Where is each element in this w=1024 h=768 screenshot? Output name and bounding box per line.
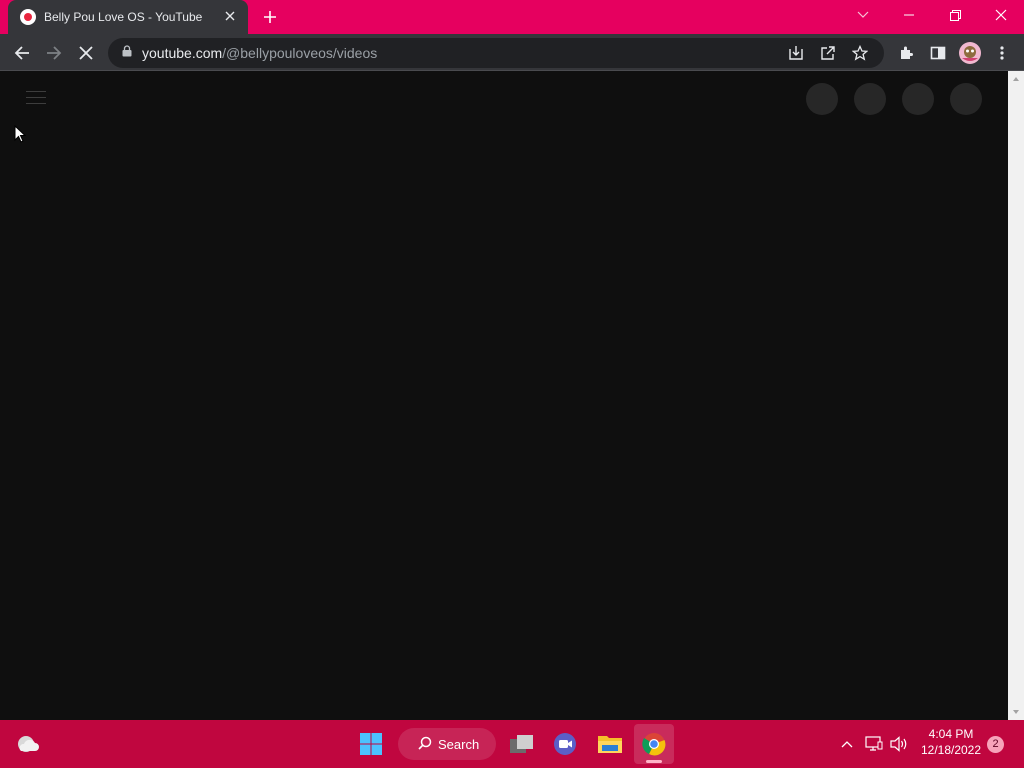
guide-menu-icon[interactable] bbox=[26, 91, 46, 105]
close-icon[interactable] bbox=[222, 8, 238, 26]
tab-search-icon[interactable] bbox=[840, 0, 886, 30]
menu-icon[interactable] bbox=[989, 40, 1015, 66]
forward-icon[interactable] bbox=[41, 40, 67, 66]
taskbar-search[interactable]: Search bbox=[398, 728, 496, 760]
skeleton-placeholder bbox=[854, 83, 886, 115]
meet-icon[interactable] bbox=[546, 724, 586, 764]
install-app-icon[interactable] bbox=[780, 38, 812, 68]
window-close-icon[interactable] bbox=[978, 0, 1024, 30]
active-app-indicator bbox=[646, 760, 662, 763]
url-text[interactable]: youtube.com/@bellypouloveos/videos bbox=[142, 45, 377, 61]
youtube-page bbox=[0, 71, 1008, 720]
mouse-cursor-icon bbox=[14, 124, 27, 148]
bookmark-star-icon[interactable] bbox=[844, 38, 876, 68]
tray-chevron-icon[interactable] bbox=[837, 734, 857, 754]
minimize-icon[interactable] bbox=[886, 0, 932, 30]
skeleton-placeholder bbox=[950, 83, 982, 115]
clock-date: 12/18/2022 bbox=[920, 743, 982, 757]
browser-tab[interactable]: Belly Pou Love OS - YouTube bbox=[8, 0, 248, 34]
restore-icon[interactable] bbox=[932, 0, 978, 30]
start-icon[interactable] bbox=[351, 724, 391, 764]
clock-time: 4:04 PM bbox=[928, 727, 974, 741]
extensions-icon[interactable] bbox=[893, 40, 919, 66]
vertical-scrollbar[interactable] bbox=[1008, 71, 1024, 720]
weather-icon[interactable] bbox=[8, 724, 48, 764]
volume-icon[interactable] bbox=[889, 734, 909, 754]
side-panel-icon[interactable] bbox=[925, 40, 951, 66]
omnibox-actions bbox=[780, 38, 876, 68]
stop-loading-icon[interactable] bbox=[73, 40, 99, 66]
search-label: Search bbox=[438, 736, 480, 752]
search-icon bbox=[418, 736, 432, 753]
chrome-icon[interactable] bbox=[634, 724, 674, 764]
network-icon[interactable] bbox=[864, 734, 884, 754]
screen: Belly Pou Love OS - YouTube youtube.com/… bbox=[0, 0, 1024, 768]
skeleton-placeholder bbox=[902, 83, 934, 115]
browser-toolbar: youtube.com/@bellypouloveos/videos bbox=[0, 34, 1024, 71]
share-icon[interactable] bbox=[812, 38, 844, 68]
skeleton-placeholder bbox=[806, 83, 838, 115]
address-bar[interactable]: youtube.com/@bellypouloveos/videos bbox=[108, 38, 884, 68]
title-bar: Belly Pou Love OS - YouTube bbox=[0, 0, 1024, 34]
lock-icon[interactable] bbox=[122, 44, 132, 62]
tab-title: Belly Pou Love OS - YouTube bbox=[44, 10, 203, 24]
system-clock[interactable]: 4:04 PM 12/18/2022 bbox=[916, 726, 986, 758]
profile-avatar[interactable] bbox=[957, 40, 983, 66]
file-explorer-icon[interactable] bbox=[590, 724, 630, 764]
task-view-icon[interactable] bbox=[502, 724, 542, 764]
back-icon[interactable] bbox=[9, 40, 35, 66]
youtube-favicon bbox=[20, 9, 36, 25]
notification-badge[interactable]: 2 bbox=[987, 736, 1004, 753]
new-tab-icon[interactable] bbox=[260, 6, 280, 28]
